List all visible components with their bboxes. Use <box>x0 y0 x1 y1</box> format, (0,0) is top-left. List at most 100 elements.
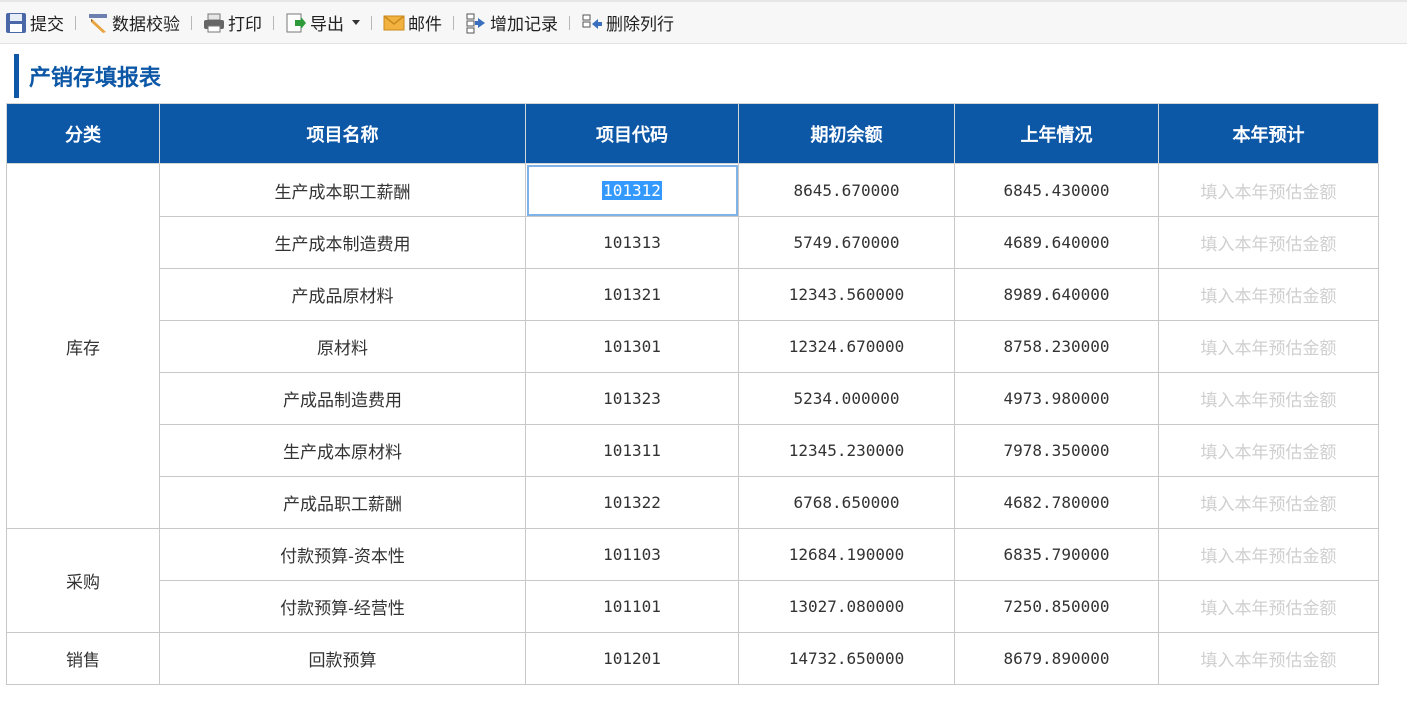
item-code-cell[interactable]: 101201 <box>525 632 739 685</box>
print-button[interactable]: 打印 <box>200 8 265 38</box>
selected-code-text: 101312 <box>602 180 662 200</box>
item-code-cell[interactable]: 101301 <box>525 320 739 373</box>
submit-label: 提交 <box>30 15 64 35</box>
export-button[interactable]: 导出 <box>282 8 363 38</box>
column-header-category: 分类 <box>6 103 160 164</box>
estimate-input-cell[interactable]: 填入本年预估金额 <box>1158 216 1379 269</box>
item-code-cell[interactable]: 101311 <box>525 424 739 477</box>
column-header-item-code: 项目代码 <box>525 103 739 164</box>
item-code-cell[interactable]: 101322 <box>525 476 739 529</box>
validate-label: 数据校验 <box>112 15 180 35</box>
category-cell-sales: 销售 <box>6 632 160 685</box>
table-row: 销售 回款预算 101201 14732.650000 8679.890000 … <box>6 632 1379 685</box>
item-code-cell[interactable]: 101312 <box>525 163 739 217</box>
opening-balance-cell: 12324.670000 <box>738 320 955 373</box>
estimate-input-cell[interactable]: 填入本年预估金额 <box>1158 476 1379 529</box>
table-row: 产成品制造费用 101323 5234.000000 4973.980000 填… <box>7 372 1379 425</box>
delete-row-label: 删除列行 <box>606 15 674 35</box>
table-header-row: 分类 项目名称 项目代码 期初余额 上年情况 本年预计 <box>6 103 1379 164</box>
add-row-icon <box>466 13 485 33</box>
pencil-ruler-icon <box>89 13 107 33</box>
last-year-cell: 7250.850000 <box>954 580 1159 633</box>
submit-button[interactable]: 提交 <box>2 8 67 38</box>
table-row: 库存 生产成本职工薪酬 101312 8645.670000 6845.4300… <box>6 163 1379 529</box>
item-name-cell: 产成品职工薪酬 <box>159 476 526 529</box>
opening-balance-cell: 13027.080000 <box>738 580 955 633</box>
opening-balance-cell: 6768.650000 <box>738 476 955 529</box>
column-header-item-name: 项目名称 <box>159 103 526 164</box>
last-year-cell: 4682.780000 <box>954 476 1159 529</box>
toolbar-divider <box>453 15 454 30</box>
page-title: 产销存填报表 <box>29 66 162 91</box>
item-name-cell: 回款预算 <box>159 632 526 685</box>
toolbar: 提交 数据校验 打印 导出 邮件 增加记录 删除列行 <box>0 0 1407 44</box>
report-table: 分类 项目名称 项目代码 期初余额 上年情况 本年预计 库存 生产成本职工薪酬 … <box>6 103 1379 685</box>
table-row: 生产成本原材料 101311 12345.230000 7978.350000 … <box>7 424 1379 477</box>
opening-balance-cell: 8645.670000 <box>738 163 955 217</box>
opening-balance-cell: 5749.670000 <box>738 216 955 269</box>
opening-balance-cell: 12345.230000 <box>738 424 955 477</box>
estimate-input-cell[interactable]: 填入本年预估金额 <box>1158 320 1379 373</box>
toolbar-divider <box>371 15 372 30</box>
estimate-input-cell[interactable]: 填入本年预估金额 <box>1158 372 1379 425</box>
last-year-cell: 6835.790000 <box>954 528 1159 581</box>
last-year-cell: 6845.430000 <box>954 163 1159 217</box>
last-year-cell: 7978.350000 <box>954 424 1159 477</box>
item-code-cell[interactable]: 101101 <box>525 580 739 633</box>
export-icon <box>286 13 306 32</box>
last-year-cell: 8679.890000 <box>954 632 1159 685</box>
envelope-icon <box>383 14 405 30</box>
toolbar-divider <box>75 15 76 30</box>
last-year-cell: 8989.640000 <box>954 268 1159 321</box>
opening-balance-cell: 12343.560000 <box>738 268 955 321</box>
toolbar-divider <box>273 15 274 30</box>
item-name-cell: 生产成本制造费用 <box>159 216 526 269</box>
opening-balance-cell: 5234.000000 <box>738 372 955 425</box>
mail-button[interactable]: 邮件 <box>380 8 445 38</box>
table-row: 产成品原材料 101321 12343.560000 8989.640000 填… <box>7 268 1379 321</box>
export-label: 导出 <box>310 15 344 35</box>
column-header-this-year-estimate: 本年预计 <box>1158 103 1379 164</box>
print-label: 打印 <box>228 15 262 35</box>
item-code-cell[interactable]: 101321 <box>525 268 739 321</box>
estimate-input-cell[interactable]: 填入本年预估金额 <box>1158 632 1379 685</box>
estimate-input-cell[interactable]: 填入本年预估金额 <box>1158 268 1379 321</box>
item-name-cell: 付款预算-经营性 <box>159 580 526 633</box>
report-title-bar: 产销存填报表 <box>14 54 161 98</box>
table-row: 原材料 101301 12324.670000 8758.230000 填入本年… <box>7 320 1379 373</box>
column-header-last-year: 上年情况 <box>954 103 1159 164</box>
opening-balance-cell: 12684.190000 <box>738 528 955 581</box>
item-name-cell: 生产成本职工薪酬 <box>159 163 526 217</box>
validate-button[interactable]: 数据校验 <box>84 8 183 38</box>
item-name-cell: 付款预算-资本性 <box>159 528 526 581</box>
last-year-cell: 4973.980000 <box>954 372 1159 425</box>
add-record-label: 增加记录 <box>490 15 558 35</box>
last-year-cell: 4689.640000 <box>954 216 1159 269</box>
save-icon <box>6 12 26 33</box>
opening-balance-cell: 14732.650000 <box>738 632 955 685</box>
category-cell-purchase: 采购 <box>6 528 160 633</box>
item-code-cell[interactable]: 101103 <box>525 528 739 581</box>
delete-row-button[interactable]: 删除列行 <box>578 8 677 38</box>
item-code-cell[interactable]: 101313 <box>525 216 739 269</box>
last-year-cell: 8758.230000 <box>954 320 1159 373</box>
estimate-input-cell[interactable]: 填入本年预估金额 <box>1158 163 1379 217</box>
chevron-down-icon[interactable] <box>352 20 360 25</box>
table-row: 付款预算-经营性 101101 13027.080000 7250.850000… <box>7 580 1379 633</box>
estimate-input-cell[interactable]: 填入本年预估金额 <box>1158 580 1379 633</box>
table-row: 生产成本制造费用 101313 5749.670000 4689.640000 … <box>7 216 1379 269</box>
mail-label: 邮件 <box>408 15 442 35</box>
category-cell-inventory: 库存 <box>6 163 160 529</box>
add-record-button[interactable]: 增加记录 <box>462 8 561 38</box>
item-name-cell: 产成品制造费用 <box>159 372 526 425</box>
toolbar-divider <box>191 15 192 30</box>
printer-icon <box>204 13 224 32</box>
item-name-cell: 生产成本原材料 <box>159 424 526 477</box>
estimate-input-cell[interactable]: 填入本年预估金额 <box>1158 424 1379 477</box>
column-header-opening-balance: 期初余额 <box>738 103 955 164</box>
estimate-input-cell[interactable]: 填入本年预估金额 <box>1158 528 1379 581</box>
item-name-cell: 产成品原材料 <box>159 268 526 321</box>
item-code-cell[interactable]: 101323 <box>525 372 739 425</box>
delete-row-icon <box>582 14 602 29</box>
table-row: 产成品职工薪酬 101322 6768.650000 4682.780000 填… <box>7 476 1379 529</box>
